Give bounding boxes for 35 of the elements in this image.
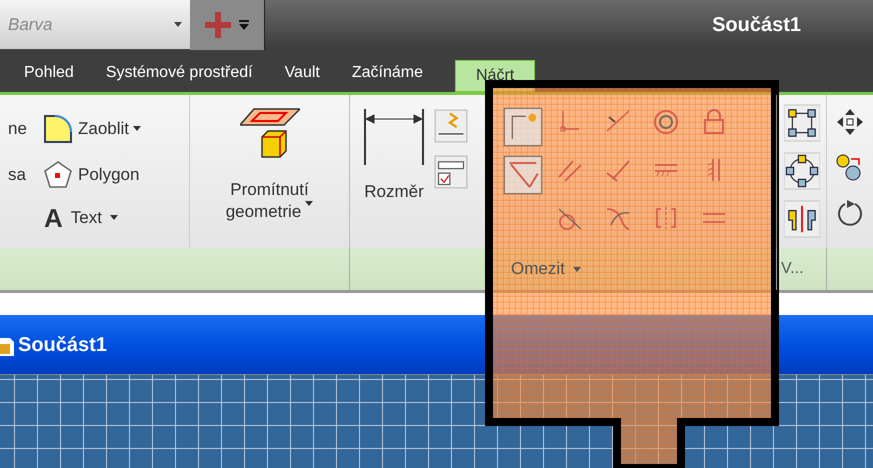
- tool-button[interactable]: Polygon: [42, 158, 140, 190]
- rotate-icon[interactable]: [835, 199, 865, 229]
- cut-button-label[interactable]: sa: [8, 162, 34, 188]
- text-button[interactable]: A Text: [8, 204, 189, 230]
- panel-label[interactable]: V...: [781, 257, 804, 281]
- cut-button-label[interactable]: ne: [8, 116, 34, 142]
- constraint-settings-icon[interactable]: [503, 155, 543, 195]
- document-title: Součást1: [18, 332, 107, 358]
- pentagon-icon: [42, 158, 74, 190]
- panel-label[interactable]: Omezit: [511, 256, 581, 282]
- concentric-icon[interactable]: [651, 107, 681, 137]
- plus-icon[interactable]: [205, 12, 231, 38]
- tool-button[interactable]: Zaoblit: [42, 112, 142, 144]
- circular-pattern-icon[interactable]: [784, 151, 820, 191]
- rectangular-pattern-icon[interactable]: [784, 103, 820, 143]
- caret-icon: [133, 126, 142, 131]
- show-constraints-icon[interactable]: [503, 107, 543, 147]
- window-title: Součást1: [712, 13, 801, 38]
- move-icon[interactable]: [835, 107, 865, 137]
- ribbon-tab[interactable]: Začínáme: [336, 54, 439, 92]
- fillet-icon: [42, 112, 74, 144]
- dimension-button[interactable]: Rozměr: [364, 179, 424, 204]
- caret-icon: [305, 201, 314, 206]
- mirror-icon[interactable]: [784, 199, 820, 239]
- caret-icon: [174, 22, 182, 27]
- ribbon-tab[interactable]: Pohled: [8, 54, 90, 92]
- caret-icon: [110, 215, 118, 220]
- ribbon-tab[interactable]: Systémové prostředí: [90, 54, 269, 92]
- menu-caret-icon[interactable]: [239, 20, 249, 30]
- ribbon-tab[interactable]: Vault: [268, 54, 336, 92]
- auto-dimension-icon[interactable]: [434, 107, 468, 145]
- caret-icon: [572, 266, 581, 272]
- project-geometry-button[interactable]: Promítnutí geometrie: [226, 179, 314, 223]
- dimension-display-icon[interactable]: [434, 153, 468, 191]
- dimension-icon: [362, 107, 426, 167]
